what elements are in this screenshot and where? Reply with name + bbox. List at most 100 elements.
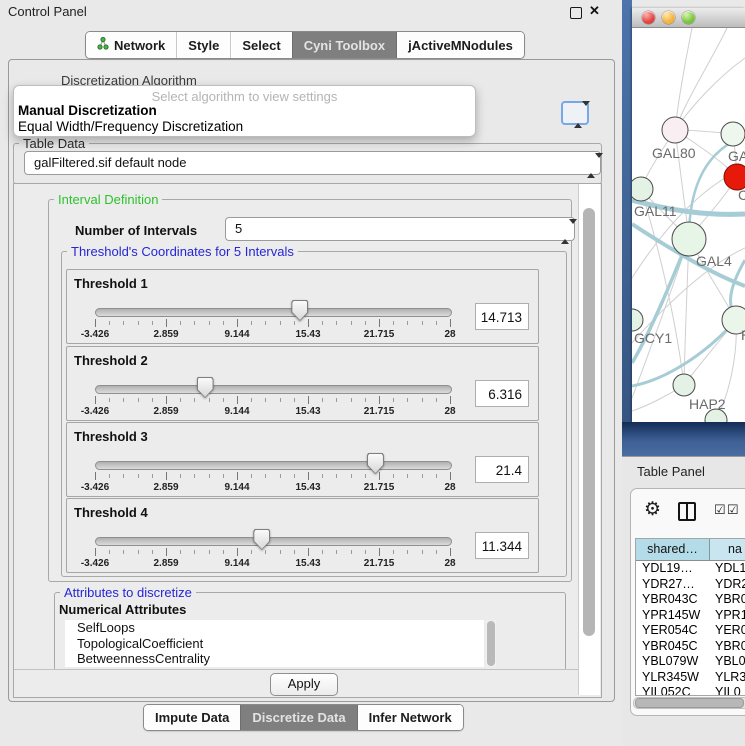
popup-option-equal-width-frequency[interactable]: Equal Width/Frequency Discretization: [18, 119, 243, 134]
table-data-combo[interactable]: galFiltered.sif default node: [24, 151, 601, 175]
node-label-partial-h: H: [741, 327, 745, 343]
network-icon: [97, 37, 109, 53]
algorithm-hint-text: Select algorithm to view settings: [14, 89, 475, 104]
threshold-2-slider-track[interactable]: [95, 385, 452, 394]
float-window-icon[interactable]: [570, 7, 582, 19]
vertical-scrollbar-thumb[interactable]: [583, 208, 595, 636]
node-hap2[interactable]: [673, 374, 695, 396]
table-panel: Table Panel ⚙ ☑ ☑ shared… na YDL19…YDL1Y…: [622, 456, 745, 746]
node-gal80[interactable]: [662, 117, 688, 143]
threshold-4-value-field[interactable]: 11.344: [475, 532, 529, 559]
threshold-3-slider-thumb[interactable]: [367, 453, 384, 474]
slider-scale-labels: -3.4262.8599.14415.4321.71528: [95, 406, 450, 417]
slider-ticks: [95, 472, 450, 481]
bottom-tab-bar: Impute Data Discretize Data Infer Networ…: [143, 704, 464, 731]
table-row[interactable]: YBL079WYBL0: [636, 654, 745, 670]
close-icon[interactable]: ✕: [589, 3, 600, 19]
gear-icon[interactable]: ⚙: [644, 498, 661, 521]
horizontal-scrollbar-thumb[interactable]: [635, 698, 744, 708]
node-gal4[interactable]: [672, 222, 706, 256]
threshold-2-value-field[interactable]: 6.316: [475, 380, 529, 407]
tab-label: Network: [114, 38, 165, 53]
split-columns-icon[interactable]: [678, 502, 696, 521]
attribute-item[interactable]: BetweennessCentrality: [65, 651, 484, 667]
algorithm-dropdown-popup: Select algorithm to view settings Manual…: [13, 85, 476, 137]
algorithm-combo-focused-end[interactable]: [561, 101, 589, 125]
table-row[interactable]: YDR27…YDR2: [636, 577, 745, 593]
table-row[interactable]: YPR145WYPR1: [636, 608, 745, 624]
attributes-group: Attributes to discretize Numerical Attri…: [54, 592, 566, 671]
combo-stepper-icon[interactable]: [574, 106, 583, 124]
table-row[interactable]: YLR345WYLR3: [636, 670, 745, 686]
threshold-3-slider-track[interactable]: [95, 461, 452, 470]
threshold-1-slider-track[interactable]: [95, 308, 452, 317]
table-data-group: Table Data galFiltered.sif default node: [13, 143, 602, 184]
network-canvas[interactable]: GAL80 GA C GAL11 GAL4 GCY1 H HAP2: [632, 28, 745, 422]
node-label-gal80: GAL80: [652, 145, 696, 161]
attributes-list-scrollbar[interactable]: [486, 620, 496, 667]
table-header-row: shared… na: [636, 539, 745, 561]
checkbox-icon[interactable]: ☑: [714, 502, 726, 518]
threshold-3-value-field[interactable]: 21.4: [475, 456, 529, 483]
tab-style[interactable]: Style: [176, 32, 230, 58]
node-label-partial-c: C: [738, 187, 745, 203]
table-panel-title: Table Panel: [637, 464, 705, 479]
tab-select[interactable]: Select: [230, 32, 291, 58]
node-attribute-table: shared… na YDL19…YDL1YDR27…YDR2YBR043CYB…: [635, 538, 745, 696]
tab-discretize-data[interactable]: Discretize Data: [240, 705, 356, 730]
column-header-name[interactable]: na: [710, 539, 745, 560]
threshold-1-value-field[interactable]: 14.713: [475, 303, 529, 330]
threshold-3-row: Threshold 3 -3.4262.8599.14415.4321.7152…: [66, 422, 539, 497]
threshold-1-slider-thumb[interactable]: [291, 300, 308, 321]
numerical-attributes-list[interactable]: SelfLoopsTopologicalCoefficientBetweenne…: [65, 620, 484, 667]
attribute-item[interactable]: TopologicalCoefficient: [65, 636, 484, 652]
desktop-background-band: [622, 422, 745, 456]
control-panel-titlebar: Control Panel ✕: [0, 0, 622, 24]
cyni-toolbox-panel: Discretization Algorithm Select algorith…: [8, 59, 615, 702]
threshold-2-slider-thumb[interactable]: [197, 377, 214, 398]
desktop-background: [622, 0, 632, 456]
table-row[interactable]: YDL19…YDL1: [636, 561, 745, 577]
node-label-gal4: GAL4: [696, 253, 732, 269]
network-window-titlebar[interactable]: [632, 8, 745, 28]
settings-scroll-viewport: Interval Definition Number of Intervals …: [13, 183, 602, 698]
popup-option-manual-discretization[interactable]: Manual Discretization: [18, 103, 157, 118]
number-of-intervals-label: Number of Intervals: [75, 223, 197, 238]
tab-network[interactable]: Network: [86, 32, 176, 58]
tab-impute-data[interactable]: Impute Data: [144, 705, 240, 730]
attribute-item[interactable]: SelfLoops: [65, 620, 484, 636]
mac-zoom-icon[interactable]: [682, 11, 695, 24]
threshold-4-slider-track[interactable]: [95, 537, 452, 546]
table-row[interactable]: YBR043CYBR0: [636, 592, 745, 608]
horizontal-scrollbar[interactable]: [633, 697, 745, 709]
apply-button[interactable]: Apply: [270, 673, 338, 696]
node-partial-top-right[interactable]: [721, 122, 745, 146]
table-body: YDL19…YDL1YDR27…YDR2YBR043CYBR0YPR145WYP…: [636, 561, 745, 696]
combo-stepper-icon[interactable]: [587, 155, 596, 176]
checkbox-icon[interactable]: ☑: [727, 502, 739, 518]
slider-ticks: [95, 319, 450, 328]
mac-close-icon[interactable]: [642, 11, 655, 24]
vertical-scrollbar[interactable]: [578, 184, 600, 695]
interval-definition-label: Interval Definition: [54, 192, 162, 207]
attributes-group-label: Attributes to discretize: [60, 585, 196, 600]
column-header-shared-name[interactable]: shared…: [636, 539, 710, 560]
threshold-4-slider-thumb[interactable]: [253, 529, 270, 550]
thresholds-group-label: Threshold's Coordinates for 5 Intervals: [67, 244, 298, 259]
node-gcy1[interactable]: [632, 309, 643, 331]
slider-scale-labels: -3.4262.8599.14415.4321.71528: [95, 558, 450, 569]
tab-infer-network[interactable]: Infer Network: [357, 705, 463, 730]
table-row[interactable]: YER054CYER0: [636, 623, 745, 639]
number-of-intervals-combo[interactable]: 5: [225, 217, 575, 241]
mac-minimize-icon[interactable]: [662, 11, 675, 24]
tab-jactivemnodules[interactable]: jActiveMNodules: [396, 32, 524, 58]
table-row[interactable]: YBR045CYBR0: [636, 639, 745, 655]
network-view-window: GAL80 GA C GAL11 GAL4 GCY1 H HAP2: [632, 8, 745, 422]
interval-definition-group: Interval Definition Number of Intervals …: [48, 199, 572, 582]
node-gal11[interactable]: [632, 177, 653, 201]
tab-cyni-toolbox[interactable]: Cyni Toolbox: [292, 32, 396, 58]
window-title: Control Panel: [8, 4, 87, 19]
thresholds-group: Threshold's Coordinates for 5 Intervals …: [61, 251, 567, 577]
table-row[interactable]: YIL052CYIL0: [636, 685, 745, 696]
combo-stepper-icon[interactable]: [561, 221, 570, 242]
